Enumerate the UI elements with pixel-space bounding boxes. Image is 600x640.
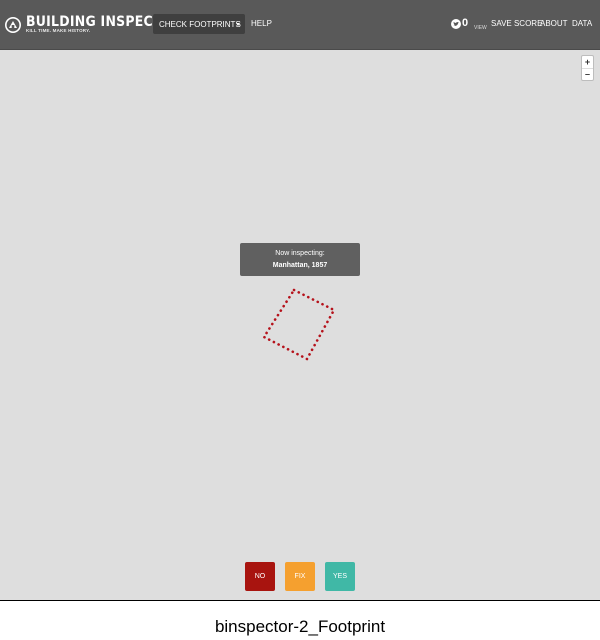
- caret-down-icon: [236, 23, 240, 26]
- twitter-icon[interactable]: [451, 19, 461, 29]
- help-link[interactable]: HELP: [251, 19, 272, 28]
- no-button[interactable]: NO: [245, 562, 275, 591]
- yes-button[interactable]: YES: [325, 562, 355, 591]
- building-inspector-logo-icon: [5, 17, 21, 33]
- fix-button[interactable]: FIX: [285, 562, 315, 591]
- save-score-link[interactable]: SAVE SCORE: [491, 19, 542, 28]
- footprint-overlay: [262, 288, 336, 361]
- score-view-link[interactable]: VIEW: [474, 25, 487, 31]
- caption-divider: [0, 600, 600, 601]
- dropdown-label: CHECK FOOTPRINTS: [159, 19, 241, 29]
- top-navbar: BUILDING INSPECTOR KILL TIME. MAKE HISTO…: [0, 0, 600, 50]
- score-value: 0: [462, 17, 469, 29]
- data-link[interactable]: DATA: [572, 19, 592, 28]
- app-tagline: KILL TIME. MAKE HISTORY.: [26, 28, 91, 33]
- check-footprints-dropdown[interactable]: CHECK FOOTPRINTS: [153, 14, 245, 34]
- building-footprint-polygon[interactable]: [262, 288, 336, 361]
- about-link[interactable]: ABOUT: [540, 19, 568, 28]
- screenshot-caption: binspector-2_Footprint: [214, 617, 386, 636]
- map-canvas[interactable]: + – Now inspecting: Manhattan, 1857 NO F…: [0, 50, 600, 600]
- app-logo[interactable]: BUILDING INSPECTOR KILL TIME. MAKE HISTO…: [5, 14, 182, 37]
